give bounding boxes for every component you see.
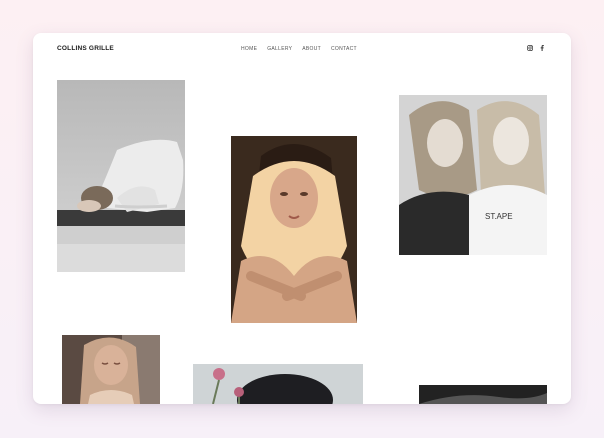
site-brand[interactable]: COLLINS GRILLE: [57, 45, 114, 52]
nav-home[interactable]: HOME: [241, 46, 257, 52]
main-nav: HOME GALLERY ABOUT CONTACT: [241, 46, 357, 52]
facebook-icon[interactable]: [540, 45, 544, 51]
photo-woman-eyes-closed[interactable]: [62, 335, 160, 404]
photo-two-women[interactable]: ST.APE: [399, 95, 547, 255]
photo-dark-partial[interactable]: [419, 385, 547, 404]
social-links: [527, 45, 544, 51]
browser-window: COLLINS GRILLE HOME GALLERY ABOUT CONTAC…: [33, 33, 571, 404]
instagram-icon[interactable]: [527, 45, 533, 51]
svg-text:ST.APE: ST.APE: [485, 212, 513, 221]
photo-yoga-pose[interactable]: [57, 80, 185, 272]
nav-contact[interactable]: CONTACT: [331, 46, 357, 52]
nav-about[interactable]: ABOUT: [302, 46, 321, 52]
nav-gallery[interactable]: GALLERY: [267, 46, 292, 52]
photo-woman-veil[interactable]: [231, 136, 357, 323]
photo-woman-flowers[interactable]: [193, 364, 363, 404]
